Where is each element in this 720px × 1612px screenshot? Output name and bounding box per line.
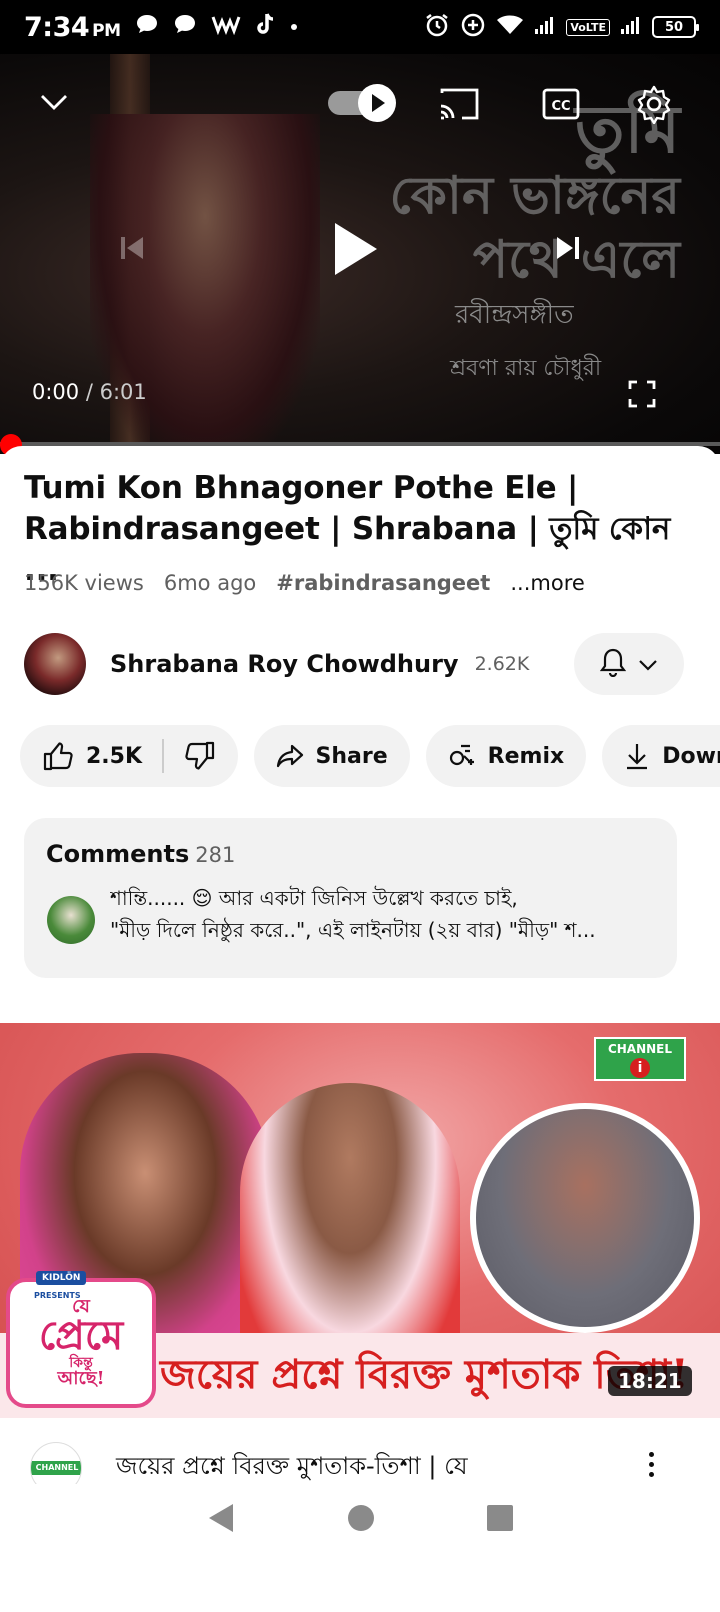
subscriber-count: 2.62K	[474, 653, 530, 675]
signal-icon	[534, 15, 556, 39]
upload-age: 6mo ago	[163, 571, 257, 595]
remix-icon	[448, 742, 476, 770]
channel-name[interactable]: Shrabana Roy Chowdhury	[110, 650, 459, 678]
comments-panel[interactable]: Comments 281 শান্তি...... 😌 আর একটা জিনিস…	[24, 818, 677, 978]
thumbs-down-icon[interactable]	[184, 740, 216, 772]
top-comment: শান্তি...... 😌 আর একটা জিনিস উল্লেখ করতে…	[110, 886, 596, 942]
more-options-icon[interactable]	[636, 1444, 666, 1484]
system-nav-bar	[0, 1484, 720, 1556]
play-icon[interactable]	[320, 214, 390, 284]
home-icon[interactable]	[346, 1503, 376, 1537]
channel-i-logo: CHANNEL i	[594, 1037, 686, 1081]
tiktok-icon	[255, 12, 277, 42]
pill-divider	[162, 739, 164, 773]
comments-header: Comments 281	[46, 840, 236, 868]
like-count[interactable]: 2.5K	[86, 744, 142, 769]
share-button[interactable]: Share	[253, 725, 410, 787]
autoplay-toggle[interactable]	[326, 82, 398, 124]
more-link[interactable]: ...more	[510, 571, 584, 595]
wifi-icon	[496, 14, 524, 40]
minimize-chevron-icon[interactable]	[34, 82, 74, 122]
next-video-title[interactable]: জয়ের প্রশ্নে বিরক্ত মুশতাক-তিশা | যে	[116, 1448, 468, 1488]
like-dislike-pill: 2.5K	[20, 725, 238, 787]
alarm-icon	[424, 12, 450, 42]
video-overlay-artist: শ্রবণা রায় চৌধুরী	[450, 356, 602, 381]
captions-icon[interactable]: CC	[540, 84, 582, 124]
sponsor-logo: KIDLÖN	[36, 1271, 87, 1285]
show-logo: যে প্রেমে কিন্তু আছে!	[6, 1278, 156, 1408]
volte-badge: VoLTE	[566, 18, 610, 36]
previous-icon[interactable]	[114, 230, 150, 266]
chat-bubble-icon-2	[173, 13, 197, 41]
bell-icon	[599, 647, 627, 682]
svg-text:CC: CC	[551, 99, 570, 114]
status-bar: 7:34 PM VoLTE 50	[0, 0, 720, 54]
duration-badge: 18:21	[608, 1366, 692, 1396]
download-icon	[624, 741, 650, 771]
remix-button[interactable]: Remix	[425, 725, 587, 787]
video-meta[interactable]: 156K views 6mo ago #rabindrasangeet ...m…	[24, 571, 585, 595]
next-video-thumbnail[interactable]: CHANNEL i জয়ের প্রশ্নে বিরক্ত মুশতাক তিশ…	[0, 1023, 720, 1418]
settings-gear-icon[interactable]	[632, 82, 676, 126]
data-saver-icon	[460, 12, 486, 42]
sponsor-presents: PRESENTS	[34, 1291, 81, 1300]
recents-icon[interactable]	[485, 1503, 515, 1537]
chat-bubble-icon	[135, 13, 159, 41]
notification-dot-icon	[290, 24, 297, 30]
wave-app-icon	[211, 13, 241, 41]
clock: 7:34 PM	[24, 11, 121, 43]
signal-icon-2	[620, 15, 642, 39]
channel-row[interactable]: Shrabana Roy Chowdhury 2.62K	[24, 632, 704, 696]
video-overlay-genre: রবীন্দ্রসঙ্গীত	[455, 300, 574, 330]
commenter-avatar	[47, 896, 95, 944]
comment-count: 281	[195, 843, 236, 867]
share-icon	[276, 743, 304, 769]
playback-time: 0:00 / 6:01	[32, 380, 147, 404]
hashtag-link[interactable]: #rabindrasangeet	[276, 571, 490, 595]
channel-avatar[interactable]	[24, 633, 86, 695]
fullscreen-icon[interactable]	[624, 376, 660, 412]
download-button[interactable]: Down	[602, 725, 720, 787]
view-count: 156K views	[24, 571, 144, 595]
video-player[interactable]: তুমি কোন ভাঙ্গনের পথে এলে রবীন্দ্রসঙ্গীত…	[0, 54, 720, 454]
back-icon[interactable]	[205, 1501, 237, 1539]
thumbs-up-icon[interactable]	[42, 740, 74, 772]
thumbnail-person-3	[470, 1103, 700, 1333]
action-bar: 2.5K Share Remix Down	[20, 725, 720, 787]
next-icon[interactable]	[550, 230, 586, 266]
chevron-down-icon	[638, 652, 658, 676]
cast-icon[interactable]	[436, 84, 482, 124]
notification-bell-button[interactable]	[574, 633, 684, 695]
battery-icon: 50	[652, 16, 699, 38]
